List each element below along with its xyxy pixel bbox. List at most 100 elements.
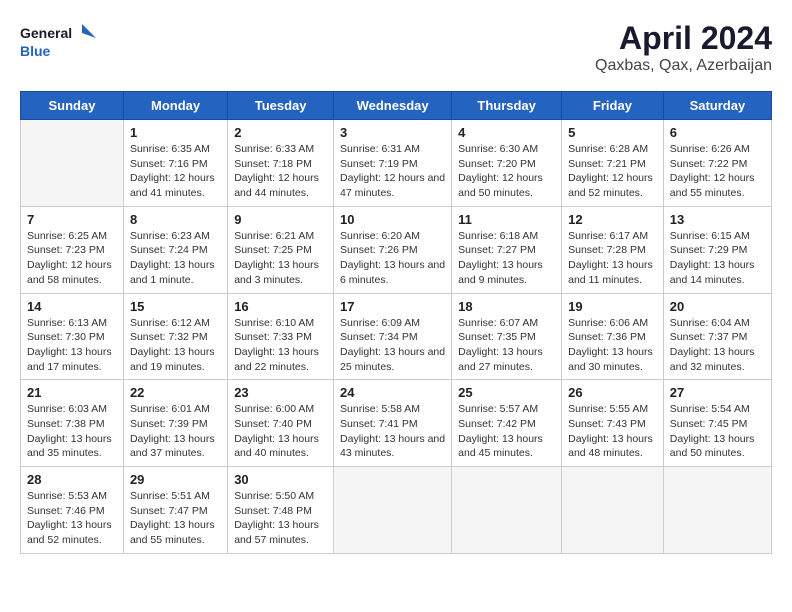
calendar-week-row: 7 Sunrise: 6:25 AM Sunset: 7:23 PM Dayli… (21, 206, 772, 293)
sunset-label: Sunset: 7:43 PM (568, 418, 646, 430)
sunrise-label: Sunrise: 6:09 AM (340, 317, 420, 329)
daylight-label: Daylight: 13 hours and 3 minutes. (234, 259, 319, 286)
calendar-cell: 23 Sunrise: 6:00 AM Sunset: 7:40 PM Dayl… (228, 380, 334, 467)
daylight-label: Daylight: 13 hours and 55 minutes. (130, 519, 215, 546)
day-info: Sunrise: 5:51 AM Sunset: 7:47 PM Dayligh… (130, 489, 221, 548)
logo-svg: General Blue (20, 20, 100, 64)
day-info: Sunrise: 6:00 AM Sunset: 7:40 PM Dayligh… (234, 402, 327, 461)
daylight-label: Daylight: 13 hours and 14 minutes. (670, 259, 755, 286)
calendar-cell: 9 Sunrise: 6:21 AM Sunset: 7:25 PM Dayli… (228, 206, 334, 293)
sunset-label: Sunset: 7:30 PM (27, 331, 105, 343)
daylight-label: Daylight: 13 hours and 11 minutes. (568, 259, 653, 286)
sunrise-label: Sunrise: 5:54 AM (670, 403, 750, 415)
day-number: 14 (27, 299, 117, 314)
day-info: Sunrise: 5:50 AM Sunset: 7:48 PM Dayligh… (234, 489, 327, 548)
day-number: 7 (27, 212, 117, 227)
sunrise-label: Sunrise: 5:57 AM (458, 403, 538, 415)
calendar-week-row: 21 Sunrise: 6:03 AM Sunset: 7:38 PM Dayl… (21, 380, 772, 467)
day-number: 30 (234, 472, 327, 487)
calendar-cell: 21 Sunrise: 6:03 AM Sunset: 7:38 PM Dayl… (21, 380, 124, 467)
sunrise-label: Sunrise: 6:07 AM (458, 317, 538, 329)
sunrise-label: Sunrise: 6:25 AM (27, 230, 107, 242)
page-subtitle: Qaxbas, Qax, Azerbaijan (595, 57, 772, 75)
sunrise-label: Sunrise: 6:23 AM (130, 230, 210, 242)
sunrise-label: Sunrise: 6:31 AM (340, 143, 420, 155)
sunset-label: Sunset: 7:47 PM (130, 505, 208, 517)
day-number: 10 (340, 212, 445, 227)
daylight-label: Daylight: 13 hours and 52 minutes. (27, 519, 112, 546)
calendar-cell: 12 Sunrise: 6:17 AM Sunset: 7:28 PM Dayl… (562, 206, 664, 293)
day-number: 22 (130, 385, 221, 400)
day-info: Sunrise: 6:07 AM Sunset: 7:35 PM Dayligh… (458, 316, 555, 375)
page-header: General Blue April 2024 Qaxbas, Qax, Aze… (20, 20, 772, 75)
sunset-label: Sunset: 7:32 PM (130, 331, 208, 343)
day-info: Sunrise: 6:09 AM Sunset: 7:34 PM Dayligh… (340, 316, 445, 375)
sunset-label: Sunset: 7:40 PM (234, 418, 312, 430)
calendar-cell: 11 Sunrise: 6:18 AM Sunset: 7:27 PM Dayl… (452, 206, 562, 293)
daylight-label: Daylight: 13 hours and 27 minutes. (458, 346, 543, 373)
sunset-label: Sunset: 7:21 PM (568, 158, 646, 170)
day-number: 16 (234, 299, 327, 314)
day-info: Sunrise: 6:30 AM Sunset: 7:20 PM Dayligh… (458, 142, 555, 201)
calendar-cell: 13 Sunrise: 6:15 AM Sunset: 7:29 PM Dayl… (663, 206, 771, 293)
daylight-label: Daylight: 13 hours and 43 minutes. (340, 433, 445, 460)
daylight-label: Daylight: 13 hours and 40 minutes. (234, 433, 319, 460)
day-info: Sunrise: 6:28 AM Sunset: 7:21 PM Dayligh… (568, 142, 657, 201)
daylight-label: Daylight: 13 hours and 19 minutes. (130, 346, 215, 373)
weekday-header: Thursday (452, 92, 562, 120)
weekday-header: Tuesday (228, 92, 334, 120)
sunset-label: Sunset: 7:34 PM (340, 331, 418, 343)
day-number: 2 (234, 125, 327, 140)
day-info: Sunrise: 6:06 AM Sunset: 7:36 PM Dayligh… (568, 316, 657, 375)
sunset-label: Sunset: 7:18 PM (234, 158, 312, 170)
day-number: 8 (130, 212, 221, 227)
sunset-label: Sunset: 7:27 PM (458, 244, 536, 256)
day-number: 3 (340, 125, 445, 140)
sunset-label: Sunset: 7:35 PM (458, 331, 536, 343)
sunrise-label: Sunrise: 6:15 AM (670, 230, 750, 242)
calendar-cell: 29 Sunrise: 5:51 AM Sunset: 7:47 PM Dayl… (123, 467, 227, 554)
sunrise-label: Sunrise: 5:51 AM (130, 490, 210, 502)
daylight-label: Daylight: 13 hours and 45 minutes. (458, 433, 543, 460)
sunset-label: Sunset: 7:23 PM (27, 244, 105, 256)
calendar-week-row: 28 Sunrise: 5:53 AM Sunset: 7:46 PM Dayl… (21, 467, 772, 554)
daylight-label: Daylight: 12 hours and 47 minutes. (340, 172, 445, 199)
day-number: 13 (670, 212, 765, 227)
sunrise-label: Sunrise: 6:13 AM (27, 317, 107, 329)
day-number: 26 (568, 385, 657, 400)
daylight-label: Daylight: 13 hours and 6 minutes. (340, 259, 445, 286)
sunset-label: Sunset: 7:38 PM (27, 418, 105, 430)
calendar-cell (334, 467, 452, 554)
logo: General Blue (20, 20, 100, 64)
weekday-header-row: SundayMondayTuesdayWednesdayThursdayFrid… (21, 92, 772, 120)
calendar-cell (562, 467, 664, 554)
calendar-cell: 2 Sunrise: 6:33 AM Sunset: 7:18 PM Dayli… (228, 120, 334, 207)
calendar-cell (452, 467, 562, 554)
calendar-cell: 5 Sunrise: 6:28 AM Sunset: 7:21 PM Dayli… (562, 120, 664, 207)
sunset-label: Sunset: 7:16 PM (130, 158, 208, 170)
sunrise-label: Sunrise: 6:28 AM (568, 143, 648, 155)
daylight-label: Daylight: 13 hours and 50 minutes. (670, 433, 755, 460)
sunrise-label: Sunrise: 6:06 AM (568, 317, 648, 329)
sunset-label: Sunset: 7:29 PM (670, 244, 748, 256)
sunset-label: Sunset: 7:36 PM (568, 331, 646, 343)
sunset-label: Sunset: 7:33 PM (234, 331, 312, 343)
calendar-week-row: 1 Sunrise: 6:35 AM Sunset: 7:16 PM Dayli… (21, 120, 772, 207)
day-info: Sunrise: 6:15 AM Sunset: 7:29 PM Dayligh… (670, 229, 765, 288)
daylight-label: Daylight: 13 hours and 37 minutes. (130, 433, 215, 460)
day-info: Sunrise: 6:20 AM Sunset: 7:26 PM Dayligh… (340, 229, 445, 288)
day-info: Sunrise: 6:01 AM Sunset: 7:39 PM Dayligh… (130, 402, 221, 461)
calendar-cell: 15 Sunrise: 6:12 AM Sunset: 7:32 PM Dayl… (123, 293, 227, 380)
sunset-label: Sunset: 7:22 PM (670, 158, 748, 170)
day-number: 5 (568, 125, 657, 140)
day-info: Sunrise: 6:10 AM Sunset: 7:33 PM Dayligh… (234, 316, 327, 375)
sunset-label: Sunset: 7:45 PM (670, 418, 748, 430)
sunset-label: Sunset: 7:37 PM (670, 331, 748, 343)
day-number: 27 (670, 385, 765, 400)
sunset-label: Sunset: 7:41 PM (340, 418, 418, 430)
sunrise-label: Sunrise: 6:01 AM (130, 403, 210, 415)
daylight-label: Daylight: 13 hours and 30 minutes. (568, 346, 653, 373)
day-number: 9 (234, 212, 327, 227)
daylight-label: Daylight: 13 hours and 32 minutes. (670, 346, 755, 373)
calendar-cell: 7 Sunrise: 6:25 AM Sunset: 7:23 PM Dayli… (21, 206, 124, 293)
